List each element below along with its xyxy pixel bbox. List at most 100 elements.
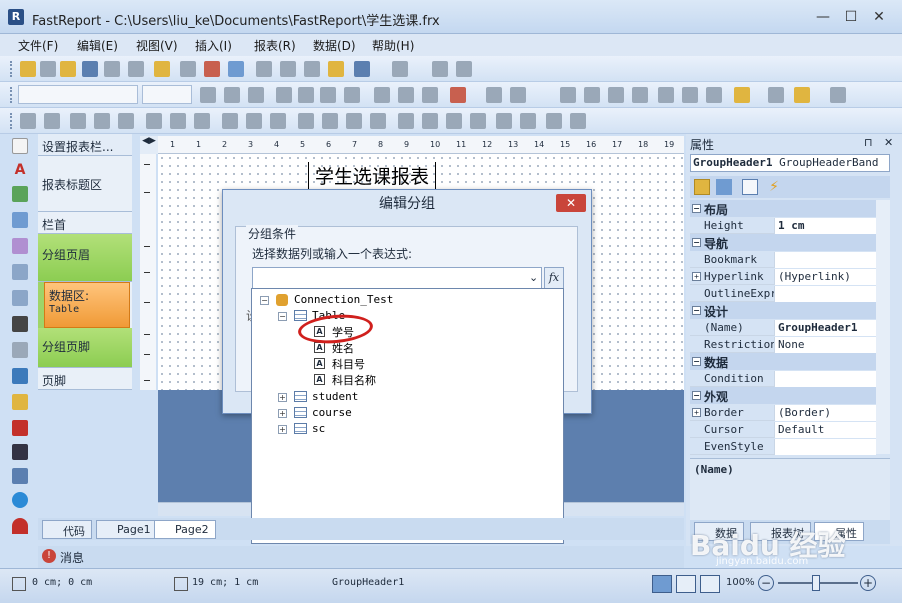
collapse-toggle-icon[interactable]: − [692, 204, 701, 213]
space-horizontally-icon[interactable] [298, 113, 314, 129]
menu-data[interactable]: 数据(D) [313, 37, 356, 54]
remove-hspace-icon[interactable] [370, 113, 386, 129]
cut-icon[interactable] [256, 61, 272, 77]
decrease-hspace-icon[interactable] [346, 113, 362, 129]
tab-page2[interactable]: Page2 [154, 520, 216, 539]
property-category[interactable]: − 导航 [690, 234, 876, 251]
property-value[interactable]: Default [774, 422, 876, 438]
align-bottoms-icon[interactable] [194, 113, 210, 129]
tree-node-field[interactable]: 科目名称 [332, 372, 376, 388]
align-tops-icon[interactable] [146, 113, 162, 129]
minimize-button[interactable]: — [810, 8, 836, 26]
collapse-toggle-icon[interactable]: − [260, 296, 269, 305]
center-vertically-icon[interactable] [520, 113, 536, 129]
group-icon[interactable] [432, 61, 448, 77]
bring-to-front-icon[interactable] [546, 113, 562, 129]
property-value[interactable] [774, 439, 876, 455]
chart-object-icon[interactable] [12, 394, 28, 410]
property-value[interactable] [774, 286, 876, 302]
checkbox-object-icon[interactable] [12, 368, 28, 384]
alphabetical-icon[interactable] [716, 179, 732, 195]
delete-page-icon[interactable] [204, 61, 220, 77]
table-object-icon[interactable] [12, 264, 28, 280]
same-width-icon[interactable] [222, 113, 238, 129]
menu-help[interactable]: 帮助(H) [372, 37, 414, 54]
property-row[interactable]: OutlineExpr [690, 285, 876, 302]
property-row[interactable]: Cursor Default [690, 421, 876, 438]
bold-icon[interactable] [200, 87, 216, 103]
pin-icon[interactable]: ⊓ [864, 136, 873, 149]
chevron-down-icon[interactable]: ⌄ [529, 271, 538, 284]
paste-icon[interactable] [304, 61, 320, 77]
tab-code[interactable]: 代码 [42, 520, 92, 539]
frame-bottom-icon[interactable] [584, 87, 600, 103]
data-column-tree[interactable]: − Connection_Test − Table A 学号 A 姓名 A 科目… [251, 288, 564, 544]
increase-vspace-icon[interactable] [422, 113, 438, 129]
dialog-close-button[interactable]: ✕ [556, 194, 586, 212]
expression-editor-button[interactable]: fx [544, 267, 564, 289]
increase-hspace-icon[interactable] [322, 113, 338, 129]
picture-object-icon[interactable] [12, 186, 28, 202]
property-value[interactable] [774, 252, 876, 268]
property-row[interactable]: Bookmark [690, 251, 876, 268]
zoom-slider-thumb[interactable] [812, 575, 820, 591]
text-object-icon[interactable]: A [12, 162, 28, 178]
sparkline-icon[interactable] [12, 420, 28, 436]
report-title-text[interactable]: 学生选课报表 [308, 162, 437, 189]
property-category[interactable]: − 数据 [690, 353, 876, 370]
panel-close-icon[interactable]: ✕ [884, 136, 893, 149]
messages-tab[interactable]: 消息 [60, 549, 84, 566]
new-page-icon[interactable] [154, 61, 170, 77]
menu-file[interactable]: 文件(F) [18, 37, 58, 54]
properties-view-icon[interactable] [742, 179, 758, 195]
align-centers-icon[interactable] [94, 113, 110, 129]
gauge-object-icon[interactable] [12, 518, 28, 534]
italic-icon[interactable] [224, 87, 240, 103]
property-row[interactable]: Condition [690, 370, 876, 387]
new-dialog-icon[interactable] [40, 61, 56, 77]
object-selector[interactable]: GroupHeader1 GroupHeaderBand [690, 154, 890, 172]
collapse-toggle-icon[interactable]: − [692, 238, 701, 247]
preview-icon[interactable] [128, 61, 144, 77]
space-vertically-icon[interactable] [398, 113, 414, 129]
valign-top-icon[interactable] [374, 87, 390, 103]
frame-left-icon[interactable] [608, 87, 624, 103]
tree-node-table[interactable]: student [312, 390, 358, 403]
menu-insert[interactable]: 插入(I) [195, 37, 232, 54]
property-scrollbar[interactable] [876, 200, 890, 454]
fill-color-icon[interactable] [734, 87, 750, 103]
collapse-toggle-icon[interactable]: − [692, 306, 701, 315]
property-value[interactable]: 1 cm [774, 218, 876, 234]
new-report-icon[interactable] [20, 61, 36, 77]
property-row[interactable]: Restriction None [690, 336, 876, 353]
property-value[interactable]: GroupHeader1 [774, 320, 876, 336]
property-row[interactable]: + Border (Border) [690, 404, 876, 421]
property-row[interactable]: Height 1 cm [690, 217, 876, 234]
events-icon[interactable]: ⚡ [766, 179, 782, 195]
shapes-icon[interactable] [12, 212, 28, 228]
same-size-icon[interactable] [270, 113, 286, 129]
maximize-button[interactable]: ☐ [838, 8, 864, 26]
cellular-text-icon[interactable] [12, 468, 28, 484]
decrease-vspace-icon[interactable] [446, 113, 462, 129]
copy-icon[interactable] [280, 61, 296, 77]
matrix-object-icon[interactable] [12, 290, 28, 306]
shadow-icon[interactable] [706, 87, 722, 103]
save-icon[interactable] [82, 61, 98, 77]
align-middles-icon[interactable] [170, 113, 186, 129]
send-to-back-icon[interactable] [570, 113, 586, 129]
frame-none-icon[interactable] [682, 87, 698, 103]
frame-all-icon[interactable] [658, 87, 674, 103]
property-value[interactable]: None [774, 337, 876, 353]
align-rights-icon[interactable] [118, 113, 134, 129]
menu-edit[interactable]: 编辑(E) [77, 37, 118, 54]
property-row[interactable]: + Hyperlink (Hyperlink) [690, 268, 876, 285]
band-report-title[interactable]: 报表标题区 [38, 156, 132, 212]
tree-node-table[interactable]: course [312, 406, 352, 419]
font-name-combo[interactable] [18, 85, 138, 104]
zoom-in-icon[interactable]: + [860, 575, 876, 591]
rich-text-icon[interactable] [12, 342, 28, 358]
line-width-icon[interactable] [830, 87, 846, 103]
close-button[interactable]: ✕ [866, 8, 892, 26]
tree-node-table[interactable]: sc [312, 422, 325, 435]
